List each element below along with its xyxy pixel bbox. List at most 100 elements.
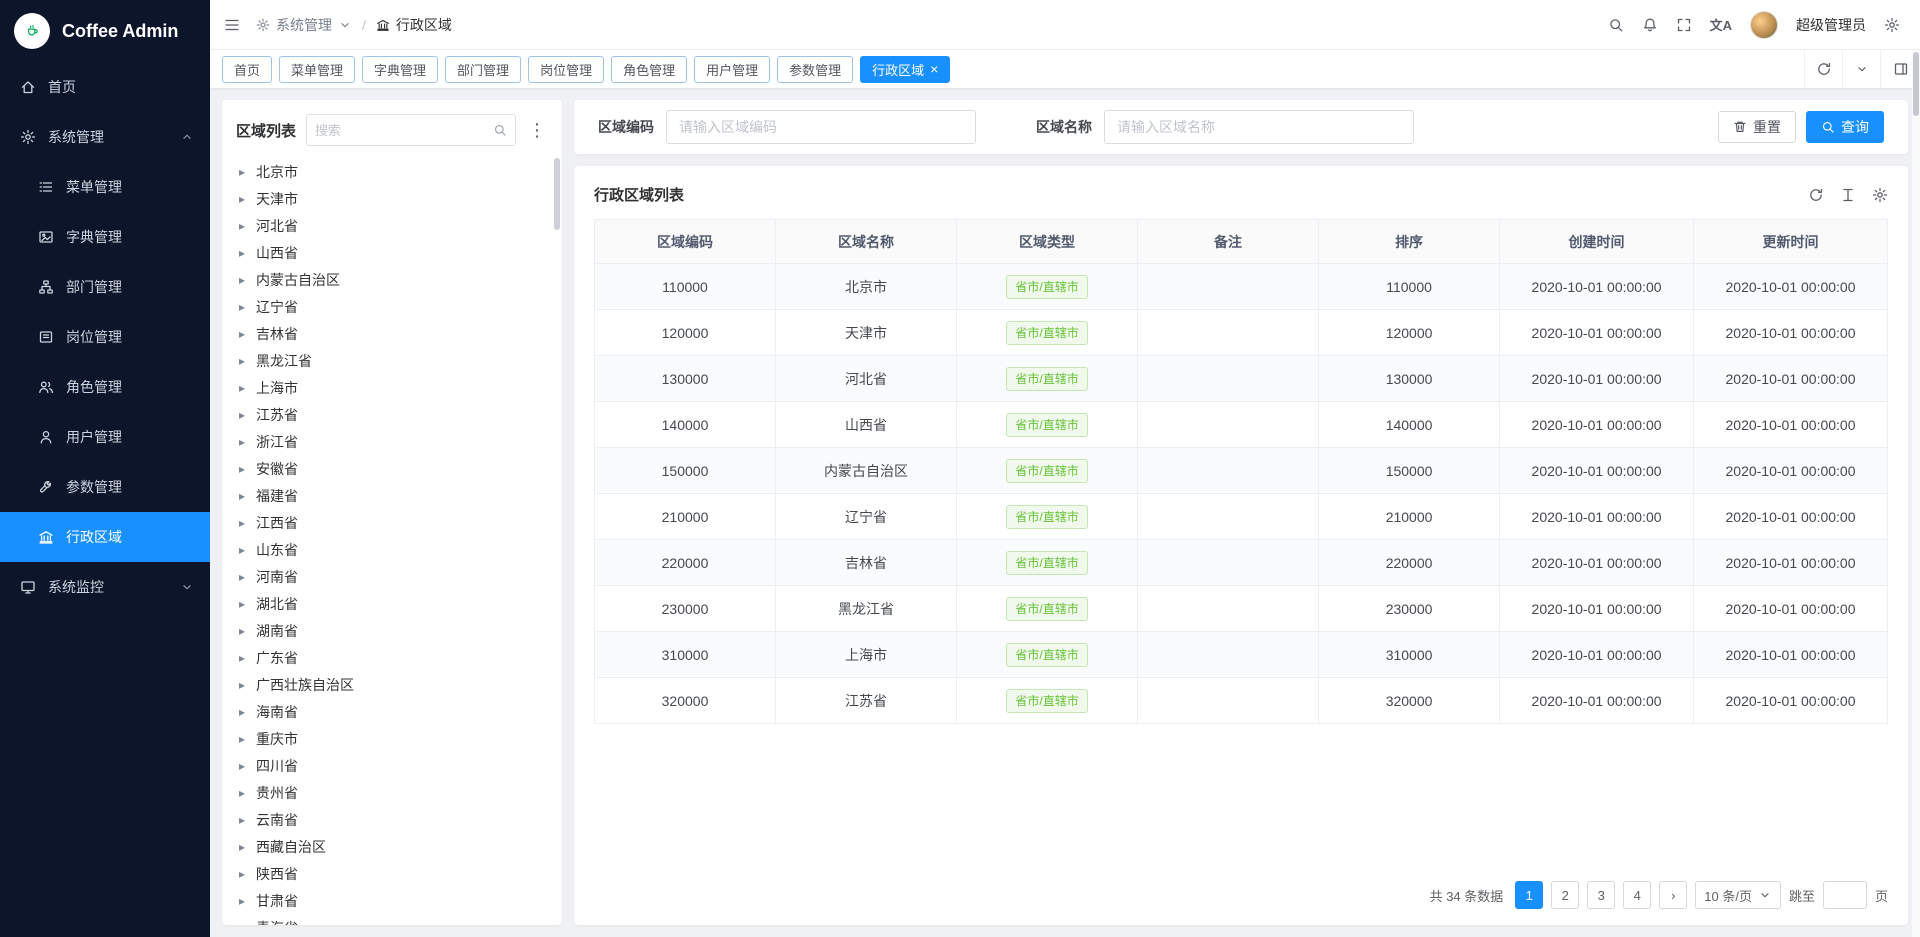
expand-arrow-icon[interactable]: ▸ bbox=[236, 921, 248, 926]
table-row[interactable]: 110000 北京市 省市/直辖市 110000 2020-10-01 00:0… bbox=[595, 264, 1888, 310]
table-row[interactable]: 210000 辽宁省 省市/直辖市 210000 2020-10-01 00:0… bbox=[595, 494, 1888, 540]
tree-item[interactable]: ▸ 山西省 bbox=[222, 239, 562, 266]
table-row[interactable]: 320000 江苏省 省市/直辖市 320000 2020-10-01 00:0… bbox=[595, 678, 1888, 724]
tree-item[interactable]: ▸ 浙江省 bbox=[222, 428, 562, 455]
table-row[interactable]: 150000 内蒙古自治区 省市/直辖市 150000 2020-10-01 0… bbox=[595, 448, 1888, 494]
app-logo[interactable]: Coffee Admin bbox=[0, 0, 210, 62]
breadcrumb-item-region[interactable]: 行政区域 bbox=[376, 15, 452, 35]
page-button[interactable]: 2 bbox=[1551, 881, 1579, 909]
expand-arrow-icon[interactable]: ▸ bbox=[236, 327, 248, 341]
table-row[interactable]: 220000 吉林省 省市/直辖市 220000 2020-10-01 00:0… bbox=[595, 540, 1888, 586]
expand-arrow-icon[interactable]: ▸ bbox=[236, 813, 248, 827]
settings-gear-icon[interactable] bbox=[1884, 17, 1900, 33]
tree-item[interactable]: ▸ 安徽省 bbox=[222, 455, 562, 482]
expand-arrow-icon[interactable]: ▸ bbox=[236, 381, 248, 395]
table-settings-gear-icon[interactable] bbox=[1872, 187, 1888, 203]
search-icon[interactable] bbox=[1608, 17, 1624, 33]
refresh-table-icon[interactable] bbox=[1808, 187, 1824, 203]
expand-arrow-icon[interactable]: ▸ bbox=[236, 165, 248, 179]
expand-arrow-icon[interactable]: ▸ bbox=[236, 246, 248, 260]
sidebar-group-system[interactable]: 系统管理 bbox=[0, 112, 210, 162]
page-button[interactable]: 3 bbox=[1587, 881, 1615, 909]
tree-scrollbar[interactable] bbox=[554, 158, 560, 230]
sidebar-item-dept-mgmt[interactable]: 部门管理 bbox=[0, 262, 210, 312]
tree-item[interactable]: ▸ 吉林省 bbox=[222, 320, 562, 347]
table-row[interactable]: 130000 河北省 省市/直辖市 130000 2020-10-01 00:0… bbox=[595, 356, 1888, 402]
tree-item[interactable]: ▸ 河南省 bbox=[222, 563, 562, 590]
expand-arrow-icon[interactable]: ▸ bbox=[236, 489, 248, 503]
tab-close-icon[interactable]: × bbox=[930, 62, 938, 76]
tree-item[interactable]: ▸ 甘肃省 bbox=[222, 887, 562, 914]
tree-item[interactable]: ▸ 青海省 bbox=[222, 914, 562, 925]
window-scrollbar[interactable] bbox=[1912, 50, 1920, 937]
avatar[interactable] bbox=[1750, 11, 1778, 39]
tabs-menu-chevron-icon[interactable] bbox=[1842, 50, 1880, 88]
sidebar-item-user-mgmt[interactable]: 用户管理 bbox=[0, 412, 210, 462]
page-button[interactable]: 1 bbox=[1515, 881, 1543, 909]
tree-item[interactable]: ▸ 陕西省 bbox=[222, 860, 562, 887]
tab[interactable]: 用户管理 × bbox=[694, 56, 770, 83]
page-button[interactable]: 4 bbox=[1623, 881, 1651, 909]
sidebar-item-param-mgmt[interactable]: 参数管理 bbox=[0, 462, 210, 512]
tree-item[interactable]: ▸ 河北省 bbox=[222, 212, 562, 239]
tab[interactable]: 菜单管理 × bbox=[279, 56, 355, 83]
tab[interactable]: 参数管理 × bbox=[777, 56, 853, 83]
tab[interactable]: 岗位管理 × bbox=[528, 56, 604, 83]
search-button[interactable]: 查询 bbox=[1806, 111, 1884, 143]
sidebar-item-dict-mgmt[interactable]: 字典管理 bbox=[0, 212, 210, 262]
table-row[interactable]: 230000 黑龙江省 省市/直辖市 230000 2020-10-01 00:… bbox=[595, 586, 1888, 632]
tree-item[interactable]: ▸ 广西壮族自治区 bbox=[222, 671, 562, 698]
column-toggle-icon[interactable] bbox=[1840, 187, 1856, 203]
expand-arrow-icon[interactable]: ▸ bbox=[236, 624, 248, 638]
region-code-input[interactable] bbox=[666, 110, 976, 144]
expand-arrow-icon[interactable]: ▸ bbox=[236, 354, 248, 368]
expand-arrow-icon[interactable]: ▸ bbox=[236, 462, 248, 476]
sidebar-item-region[interactable]: 行政区域 bbox=[0, 512, 210, 562]
expand-arrow-icon[interactable]: ▸ bbox=[236, 732, 248, 746]
translate-icon[interactable]: 文A bbox=[1710, 15, 1732, 34]
tree-item[interactable]: ▸ 湖南省 bbox=[222, 617, 562, 644]
sidebar-item-menu-mgmt[interactable]: 菜单管理 bbox=[0, 162, 210, 212]
region-name-input[interactable] bbox=[1104, 110, 1414, 144]
tree-item[interactable]: ▸ 云南省 bbox=[222, 806, 562, 833]
tree-search-input[interactable] bbox=[315, 123, 493, 138]
tree-item[interactable]: ▸ 山东省 bbox=[222, 536, 562, 563]
tab[interactable]: 字典管理 × bbox=[362, 56, 438, 83]
tree-item[interactable]: ▸ 上海市 bbox=[222, 374, 562, 401]
tab[interactable]: 部门管理 × bbox=[445, 56, 521, 83]
fullscreen-icon[interactable] bbox=[1676, 17, 1692, 33]
sidebar-item-role-mgmt[interactable]: 角色管理 bbox=[0, 362, 210, 412]
expand-arrow-icon[interactable]: ▸ bbox=[236, 570, 248, 584]
tab[interactable]: 角色管理 × bbox=[611, 56, 687, 83]
tree-item[interactable]: ▸ 内蒙古自治区 bbox=[222, 266, 562, 293]
sidebar-item-home[interactable]: 首页 bbox=[0, 62, 210, 112]
table-row[interactable]: 140000 山西省 省市/直辖市 140000 2020-10-01 00:0… bbox=[595, 402, 1888, 448]
jump-page-input[interactable] bbox=[1823, 881, 1867, 909]
tree-item[interactable]: ▸ 江西省 bbox=[222, 509, 562, 536]
tree-item[interactable]: ▸ 福建省 bbox=[222, 482, 562, 509]
sidebar-group-monitor[interactable]: 系统监控 bbox=[0, 562, 210, 612]
expand-arrow-icon[interactable]: ▸ bbox=[236, 273, 248, 287]
expand-arrow-icon[interactable]: ▸ bbox=[236, 516, 248, 530]
tree-item[interactable]: ▸ 西藏自治区 bbox=[222, 833, 562, 860]
tree-item[interactable]: ▸ 北京市 bbox=[222, 158, 562, 185]
breadcrumb-item-system[interactable]: 系统管理 bbox=[256, 15, 352, 35]
tree-item[interactable]: ▸ 江苏省 bbox=[222, 401, 562, 428]
notification-bell-icon[interactable] bbox=[1642, 17, 1658, 33]
expand-arrow-icon[interactable]: ▸ bbox=[236, 543, 248, 557]
expand-arrow-icon[interactable]: ▸ bbox=[236, 759, 248, 773]
tree-item[interactable]: ▸ 贵州省 bbox=[222, 779, 562, 806]
refresh-tabs-icon[interactable] bbox=[1804, 50, 1842, 88]
tab[interactable]: 行政区域 × bbox=[860, 56, 950, 83]
tree-item[interactable]: ▸ 湖北省 bbox=[222, 590, 562, 617]
tab[interactable]: 首页 × bbox=[222, 56, 272, 83]
expand-arrow-icon[interactable]: ▸ bbox=[236, 597, 248, 611]
tree-item[interactable]: ▸ 四川省 bbox=[222, 752, 562, 779]
expand-arrow-icon[interactable]: ▸ bbox=[236, 651, 248, 665]
expand-arrow-icon[interactable]: ▸ bbox=[236, 408, 248, 422]
expand-arrow-icon[interactable]: ▸ bbox=[236, 894, 248, 908]
expand-arrow-icon[interactable]: ▸ bbox=[236, 192, 248, 206]
expand-arrow-icon[interactable]: ▸ bbox=[236, 786, 248, 800]
page-size-select[interactable]: 10 条/页 bbox=[1695, 881, 1781, 909]
expand-arrow-icon[interactable]: ▸ bbox=[236, 435, 248, 449]
